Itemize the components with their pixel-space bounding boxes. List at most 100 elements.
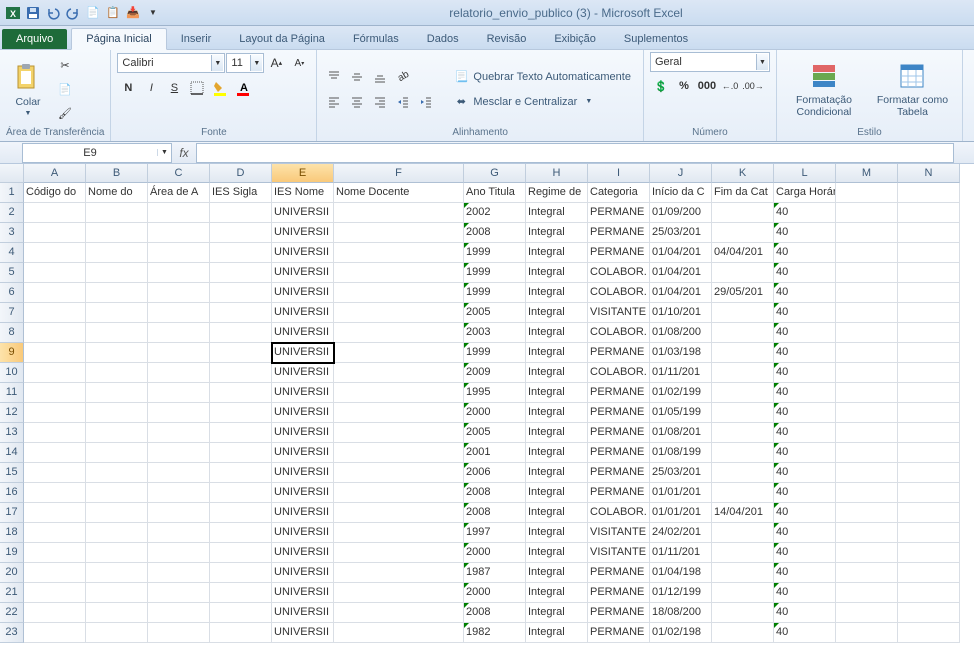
cell[interactable]: 01/04/201 <box>650 283 712 303</box>
cell[interactable]: 2002 <box>464 203 526 223</box>
cell[interactable]: 1982 <box>464 623 526 643</box>
cell[interactable] <box>898 303 960 323</box>
cell[interactable]: 40 <box>774 323 836 343</box>
cell[interactable]: UNIVERSII <box>272 543 334 563</box>
cell[interactable] <box>148 503 210 523</box>
col-header[interactable]: M <box>836 164 898 183</box>
cell[interactable] <box>836 323 898 343</box>
cell[interactable] <box>24 463 86 483</box>
cell[interactable]: 1997 <box>464 523 526 543</box>
row-header[interactable]: 16 <box>0 483 24 503</box>
row-header[interactable]: 14 <box>0 443 24 463</box>
cell[interactable]: 40 <box>774 343 836 363</box>
cell[interactable]: Fim da Cat <box>712 183 774 203</box>
col-header[interactable]: H <box>526 164 588 183</box>
font-name-combo[interactable]: Calibri▼ <box>117 53 225 73</box>
cell[interactable] <box>334 223 464 243</box>
cell[interactable]: Integral <box>526 263 588 283</box>
cell[interactable]: Integral <box>526 303 588 323</box>
cell[interactable] <box>334 583 464 603</box>
shrink-font-button[interactable]: A▾ <box>288 52 310 74</box>
cell[interactable]: 18/08/200 <box>650 603 712 623</box>
cell[interactable]: COLABOR. <box>588 323 650 343</box>
cell[interactable] <box>712 483 774 503</box>
cell[interactable]: UNIVERSII <box>272 243 334 263</box>
cell[interactable] <box>334 443 464 463</box>
cell[interactable] <box>210 263 272 283</box>
col-header[interactable]: K <box>712 164 774 183</box>
cell[interactable] <box>898 623 960 643</box>
cell[interactable] <box>334 423 464 443</box>
cell[interactable] <box>898 583 960 603</box>
cell[interactable]: 25/03/201 <box>650 463 712 483</box>
cell[interactable] <box>148 563 210 583</box>
cell[interactable] <box>86 383 148 403</box>
cell[interactable] <box>712 583 774 603</box>
cell[interactable]: Integral <box>526 283 588 303</box>
format-painter-button[interactable]: 🖌 <box>54 102 76 124</box>
cell[interactable] <box>24 383 86 403</box>
cell[interactable] <box>210 623 272 643</box>
col-header[interactable]: G <box>464 164 526 183</box>
cell[interactable] <box>86 523 148 543</box>
cell[interactable] <box>836 263 898 283</box>
cell[interactable]: 40 <box>774 363 836 383</box>
col-header[interactable]: F <box>334 164 464 183</box>
cell[interactable] <box>836 603 898 623</box>
cell[interactable] <box>210 523 272 543</box>
cell[interactable]: COLABOR. <box>588 363 650 383</box>
cell[interactable] <box>712 623 774 643</box>
row-header[interactable]: 1 <box>0 183 24 203</box>
row-header[interactable]: 20 <box>0 563 24 583</box>
cell[interactable] <box>24 343 86 363</box>
cell[interactable] <box>24 203 86 223</box>
cell[interactable]: 40 <box>774 503 836 523</box>
cell[interactable] <box>836 203 898 223</box>
align-left-button[interactable] <box>323 91 345 113</box>
cell[interactable] <box>24 583 86 603</box>
col-header[interactable]: I <box>588 164 650 183</box>
cell[interactable] <box>334 383 464 403</box>
cell[interactable] <box>24 503 86 523</box>
cell[interactable] <box>898 243 960 263</box>
cell[interactable] <box>712 523 774 543</box>
cell[interactable] <box>148 323 210 343</box>
wrap-text-button[interactable]: 📃Quebrar Texto Automaticamente <box>447 66 637 88</box>
qat-dropdown-icon[interactable]: ▼ <box>144 4 162 22</box>
cell[interactable] <box>24 283 86 303</box>
cell[interactable] <box>334 543 464 563</box>
cell[interactable] <box>210 383 272 403</box>
cell[interactable]: PERMANE <box>588 243 650 263</box>
cell[interactable]: Carga Horária <box>774 183 836 203</box>
cell[interactable] <box>334 403 464 423</box>
cell[interactable] <box>24 523 86 543</box>
cell[interactable] <box>898 343 960 363</box>
cell[interactable]: 40 <box>774 403 836 423</box>
cell[interactable] <box>148 363 210 383</box>
row-header[interactable]: 11 <box>0 383 24 403</box>
cell[interactable]: UNIVERSII <box>272 443 334 463</box>
cell[interactable]: PERMANE <box>588 483 650 503</box>
cell[interactable] <box>898 383 960 403</box>
cell[interactable] <box>148 543 210 563</box>
cell[interactable]: UNIVERSII <box>272 563 334 583</box>
cut-button[interactable]: ✂ <box>54 54 76 76</box>
cell[interactable] <box>148 383 210 403</box>
cell[interactable]: 24/02/201 <box>650 523 712 543</box>
cell[interactable]: Integral <box>526 603 588 623</box>
format-as-table-button[interactable]: Formatar como Tabela <box>869 58 956 120</box>
cell[interactable] <box>210 303 272 323</box>
cell[interactable] <box>334 203 464 223</box>
cell[interactable] <box>898 443 960 463</box>
cell[interactable]: PERMANE <box>588 383 650 403</box>
cell[interactable]: 40 <box>774 583 836 603</box>
cell[interactable]: Integral <box>526 443 588 463</box>
cell[interactable] <box>86 343 148 363</box>
cell[interactable]: 01/04/201 <box>650 263 712 283</box>
bold-button[interactable]: N <box>117 77 139 99</box>
row-header[interactable]: 3 <box>0 223 24 243</box>
cell[interactable]: Integral <box>526 203 588 223</box>
row-header[interactable]: 12 <box>0 403 24 423</box>
row-header[interactable]: 9 <box>0 343 24 363</box>
cell[interactable] <box>86 403 148 423</box>
